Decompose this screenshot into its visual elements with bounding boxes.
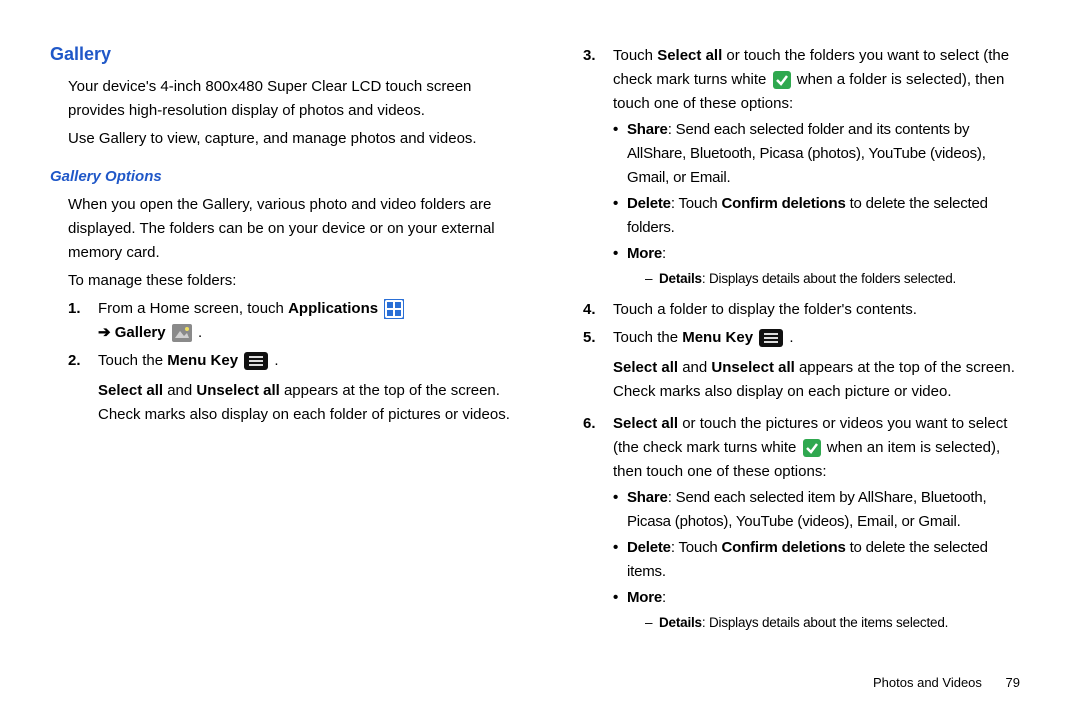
manage-folders-lead: To manage these folders: <box>68 269 515 293</box>
step-1: 1. From a Home screen, touch Application… <box>50 297 515 345</box>
menu-key-icon <box>244 352 268 370</box>
footer-section: Photos and Videos <box>873 675 982 690</box>
details-3: –Details: Displays details about the fol… <box>645 268 1030 290</box>
details-text-6: : Displays details about the items selec… <box>702 615 948 630</box>
step-3-options: •Share: Send each selected folder and it… <box>613 118 1030 292</box>
step-6-number: 6. <box>583 412 613 638</box>
checkmark-icon <box>803 439 821 457</box>
step-6-options: •Share: Send each selected item by AllSh… <box>613 486 1030 636</box>
details-6: –Details: Displays details about the ite… <box>645 612 1030 634</box>
step-4-body: Touch a folder to display the folder's c… <box>613 298 1030 322</box>
step-2-number: 2. <box>68 349 98 431</box>
more-sublist-3: –Details: Displays details about the fol… <box>645 268 1030 290</box>
opt-share-6: •Share: Send each selected item by AllSh… <box>613 486 1030 534</box>
step-3-a: Touch <box>613 47 657 64</box>
step-3-select-all: Select all <box>657 47 722 64</box>
gallery-icon <box>172 324 192 342</box>
share-text-6: : Send each selected item by AllShare, B… <box>627 489 986 530</box>
menu-key-icon <box>759 329 783 347</box>
details-label-6: Details <box>659 615 702 630</box>
more-colon-6: : <box>662 589 666 606</box>
gallery-options-desc: When you open the Gallery, various photo… <box>68 193 515 265</box>
step-6-body: Select all or touch the pictures or vide… <box>613 412 1030 638</box>
manual-page: Gallery Your device's 4-inch 800x480 Sup… <box>0 0 1080 720</box>
gallery-heading: Gallery <box>50 40 515 69</box>
share-label-6: Share <box>627 489 668 506</box>
opt-share-3: •Share: Send each selected folder and it… <box>613 118 1030 190</box>
gallery-options-heading: Gallery Options <box>50 165 515 189</box>
step-1-body: From a Home screen, touch Applications ➔… <box>98 297 515 345</box>
confirm-deletions-6: Confirm deletions <box>722 539 846 556</box>
gallery-intro-2: Use Gallery to view, capture, and manage… <box>68 127 515 151</box>
step-3: 3. Touch Select all or touch the folders… <box>565 44 1030 294</box>
arrow-symbol: ➔ <box>98 324 115 341</box>
opt-more-3: •More: –Details: Displays details about … <box>613 242 1030 292</box>
right-column: 3. Touch Select all or touch the folders… <box>565 40 1030 690</box>
step-5: 5. Touch the Menu Key . Select all and U… <box>565 326 1030 408</box>
step-2-body: Touch the Menu Key . Select all and Unse… <box>98 349 515 431</box>
step-3-body: Touch Select all or touch the folders yo… <box>613 44 1030 294</box>
applications-icon <box>384 299 404 319</box>
step-5-a: Touch the <box>613 329 682 346</box>
step-1-text-a: From a Home screen, touch <box>98 300 288 317</box>
step-1-number: 1. <box>68 297 98 345</box>
gallery-label: Gallery <box>115 324 166 341</box>
step-3-number: 3. <box>583 44 613 294</box>
unselect-all-text: Unselect all <box>196 382 279 399</box>
left-column: Gallery Your device's 4-inch 800x480 Sup… <box>50 40 515 690</box>
right-steps: 3. Touch Select all or touch the folders… <box>565 44 1030 637</box>
more-colon-3: : <box>662 245 666 262</box>
more-label-6: More <box>627 589 662 606</box>
gallery-intro-1: Your device's 4-inch 800x480 Super Clear… <box>68 75 515 123</box>
step-2-text-a: Touch the <box>98 352 167 369</box>
applications-label: Applications <box>288 300 378 317</box>
confirm-deletions-3: Confirm deletions <box>722 195 846 212</box>
step-5-number: 5. <box>583 326 613 408</box>
opt-delete-3: •Delete: Touch Confirm deletions to dele… <box>613 192 1030 240</box>
step-6: 6. Select all or touch the pictures or v… <box>565 412 1030 638</box>
step-5-result: Select all and Unselect all appears at t… <box>613 356 1030 404</box>
step-1-period: . <box>194 324 202 341</box>
left-steps: 1. From a Home screen, touch Application… <box>50 297 515 431</box>
checkmark-icon <box>773 71 791 89</box>
delete-t1-6: : Touch <box>671 539 722 556</box>
share-label-3: Share <box>627 121 668 138</box>
details-label-3: Details <box>659 271 702 286</box>
and-5: and <box>678 359 711 376</box>
opt-more-6: •More: –Details: Displays details about … <box>613 586 1030 636</box>
more-label-3: More <box>627 245 662 262</box>
step-5-body: Touch the Menu Key . Select all and Unse… <box>613 326 1030 408</box>
page-footer: Photos and Videos 79 <box>873 675 1020 690</box>
delete-label-3: Delete <box>627 195 671 212</box>
step-5-period: . <box>785 329 793 346</box>
unselect-all-5: Unselect all <box>711 359 794 376</box>
step-2: 2. Touch the Menu Key . Select all and U… <box>50 349 515 431</box>
delete-label-6: Delete <box>627 539 671 556</box>
select-all-text: Select all <box>98 382 163 399</box>
menu-key-label-5: Menu Key <box>682 329 753 346</box>
step-6-select-all: Select all <box>613 415 678 432</box>
footer-page-number: 79 <box>1006 675 1020 690</box>
details-text-3: : Displays details about the folders sel… <box>702 271 956 286</box>
step-4: 4. Touch a folder to display the folder'… <box>565 298 1030 322</box>
share-text-3: : Send each selected folder and its cont… <box>627 121 986 186</box>
step-4-number: 4. <box>583 298 613 322</box>
and-text: and <box>163 382 196 399</box>
step-2-period: . <box>270 352 278 369</box>
select-all-5: Select all <box>613 359 678 376</box>
delete-t1-3: : Touch <box>671 195 722 212</box>
more-sublist-6: –Details: Displays details about the ite… <box>645 612 1030 634</box>
opt-delete-6: •Delete: Touch Confirm deletions to dele… <box>613 536 1030 584</box>
menu-key-label: Menu Key <box>167 352 238 369</box>
step-2-result: Select all and Unselect all appears at t… <box>98 379 515 427</box>
